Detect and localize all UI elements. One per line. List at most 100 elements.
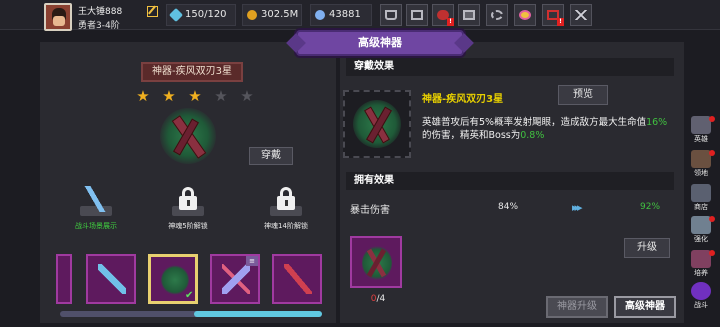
artifact-title: 神器-疾风双刃3星 [141, 62, 243, 82]
star-empty-icon: ★ [240, 87, 254, 105]
gem-icon [315, 10, 325, 20]
slot-locked-14[interactable]: 神魂14阶解锁 [256, 186, 316, 232]
alert-button[interactable]: ! [542, 4, 564, 26]
nav-battle[interactable]: 战斗 [686, 282, 716, 312]
twin-blade-icon [362, 246, 392, 280]
scrollbar-thumb[interactable] [194, 311, 322, 317]
artifact-card[interactable] [272, 254, 322, 304]
energy-icon [168, 7, 184, 23]
equipped-artifact-frame [343, 90, 411, 158]
cultivate-icon [691, 250, 711, 268]
nav-label: 强化 [694, 235, 708, 243]
close-icon [575, 10, 587, 20]
energy-counter: 150/120 [166, 4, 236, 26]
stat-next-value: 92% [640, 202, 661, 212]
battle-scene-weapon-icon [84, 186, 108, 212]
upgrade-arrow-icon: ▸▸▸ [572, 201, 583, 214]
upgrade-button[interactable]: 升级 [624, 238, 670, 258]
gift-button[interactable] [458, 4, 480, 26]
nav-territory[interactable]: 领地 [686, 150, 716, 180]
wear-effect-header: 穿戴效果 [346, 58, 674, 76]
nav-hero[interactable]: 英雄 [686, 116, 716, 146]
player-rank: 勇者3-4阶 [78, 21, 120, 31]
artifact-card[interactable] [86, 254, 136, 304]
notification-dot [709, 250, 715, 256]
notification-badge: ! [447, 18, 454, 26]
slot-label: 神魂5阶解锁 [168, 222, 208, 230]
top-bar: 王大锤888 勇者3-4阶 150/120 302.5M 43881 ! ! [0, 0, 720, 31]
crit-damage-stat-row: 暴击伤害 84% ▸▸▸ 92% [346, 201, 674, 217]
enhance-icon [691, 216, 711, 234]
settings-button[interactable] [486, 4, 508, 26]
notification-badge: ! [557, 18, 564, 26]
lock-icon [176, 186, 200, 212]
slot-battle-scene[interactable]: 战斗场景展示 [66, 186, 126, 232]
crystal-weapon-icon [222, 264, 250, 294]
owned-artifact-card [350, 236, 402, 288]
lock-icon [274, 186, 298, 212]
nav-cultivate[interactable]: 培养 [686, 250, 716, 280]
gamepad-button[interactable]: ! [432, 4, 454, 26]
owned-effect-header: 拥有效果 [346, 172, 674, 190]
wear-effect-description: 英雄普攻后有5%概率发射飓眼，造成敌方最大生命值16%的伤害，精英和Boss为0… [422, 117, 668, 141]
notification-dot [709, 216, 715, 222]
artifact-selector-strip[interactable]: ✔ ≡ [56, 252, 322, 308]
color-wheel-button[interactable] [514, 4, 536, 26]
twin-blade-artifact-image [160, 108, 216, 164]
new-badge: ≡ [246, 256, 258, 266]
color-wheel-icon [519, 10, 531, 20]
slot-label: 神魂14阶解锁 [264, 222, 308, 230]
red-blade-icon [284, 264, 312, 294]
artifact-card[interactable]: ≡ [210, 254, 260, 304]
star-icon: ★ [188, 87, 202, 105]
hero-icon [691, 116, 711, 134]
notification-dot [709, 150, 715, 156]
nav-enhance[interactable]: 强化 [686, 216, 716, 246]
nav-label: 领地 [694, 169, 708, 177]
energy-value: 150/120 [185, 9, 227, 20]
star-icon: ★ [162, 87, 176, 105]
nav-label: 培养 [694, 269, 708, 277]
nav-shop[interactable]: 商店 [686, 184, 716, 214]
equipped-artifact-name: 神器-疾风双刃3星 [422, 94, 504, 105]
gem-value: 43881 [329, 9, 361, 20]
slot-locked-5[interactable]: 神魂5阶解锁 [158, 186, 218, 232]
notification-dot [709, 116, 715, 122]
star-icon: ★ [136, 87, 150, 105]
mail-button[interactable] [406, 4, 428, 26]
star-rating: ★ ★ ★ ★ ★ [135, 88, 255, 104]
settings-gear-icon [491, 10, 503, 20]
stat-current-value: 84% [498, 202, 519, 212]
player-avatar[interactable] [44, 3, 72, 31]
artifact-upgrade-button[interactable]: 神器升级 [546, 296, 608, 318]
gold-value: 302.5M [261, 9, 299, 20]
battle-icon [691, 282, 711, 300]
mail-icon [411, 10, 423, 20]
territory-icon [691, 150, 711, 168]
close-button[interactable] [570, 4, 592, 26]
blue-sword-icon [98, 264, 126, 294]
equip-button[interactable]: 穿戴 [249, 147, 293, 165]
player-name: 王大锤888 [78, 7, 123, 17]
preview-button[interactable]: 预览 [558, 85, 608, 105]
edit-name-icon[interactable] [147, 6, 158, 17]
nav-label: 英雄 [694, 135, 708, 143]
stat-name: 暴击伤害 [350, 205, 390, 216]
shop-cart-icon [385, 10, 397, 20]
check-icon: ✔ [185, 290, 194, 301]
nav-label: 商店 [694, 203, 708, 211]
strip-scrollbar[interactable] [60, 311, 322, 317]
shard-count: 0/4 [370, 294, 386, 304]
nav-label: 战斗 [694, 301, 708, 309]
advanced-artifact-button[interactable]: 高级神器 [614, 296, 676, 318]
shop-cart-button[interactable] [380, 4, 402, 26]
gold-counter: 302.5M [242, 4, 302, 26]
artifact-card-selected[interactable]: ✔ [148, 254, 198, 304]
side-nav: 英雄 领地 商店 强化 培养 战斗 [686, 116, 716, 326]
gold-coin-icon [247, 10, 257, 20]
gift-icon [463, 10, 475, 20]
page-title: 高级神器 [296, 30, 464, 56]
gem-counter: 43881 [310, 4, 372, 26]
shop-icon [691, 184, 711, 202]
artifact-card[interactable] [56, 254, 72, 304]
